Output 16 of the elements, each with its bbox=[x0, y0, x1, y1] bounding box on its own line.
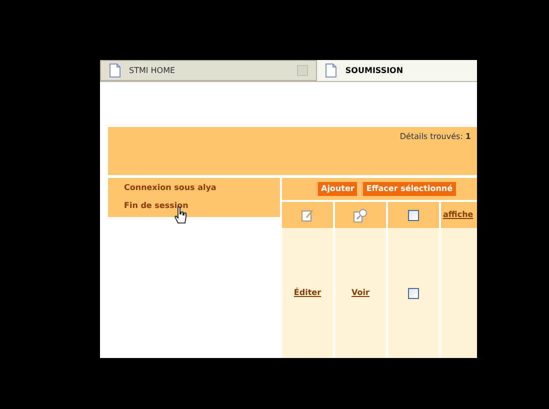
menu-link[interactable]: Connexion sous alya bbox=[124, 182, 280, 194]
details-found-label: Détails trouvés: 1 bbox=[400, 131, 471, 143]
page-icon bbox=[109, 63, 121, 78]
magnifier-icon[interactable] bbox=[353, 208, 368, 222]
column-link[interactable]: affiche bbox=[443, 209, 474, 221]
browser-tab[interactable]: STMI HOME bbox=[100, 60, 318, 81]
edit-link[interactable]: Éditer bbox=[294, 287, 322, 299]
edit-icon[interactable] bbox=[301, 208, 314, 222]
toolbar-button[interactable]: Ajouter bbox=[316, 182, 358, 196]
browser-tab[interactable]: SOUMISSION bbox=[317, 60, 477, 81]
menu-link[interactable]: Fin de session bbox=[124, 200, 280, 212]
page-icon bbox=[325, 63, 338, 78]
view-link[interactable]: Voir bbox=[352, 287, 370, 299]
toolbar-button[interactable]: Effacer sélectionné bbox=[361, 182, 456, 196]
checkbox[interactable] bbox=[408, 288, 419, 298]
checkbox[interactable] bbox=[408, 210, 419, 220]
